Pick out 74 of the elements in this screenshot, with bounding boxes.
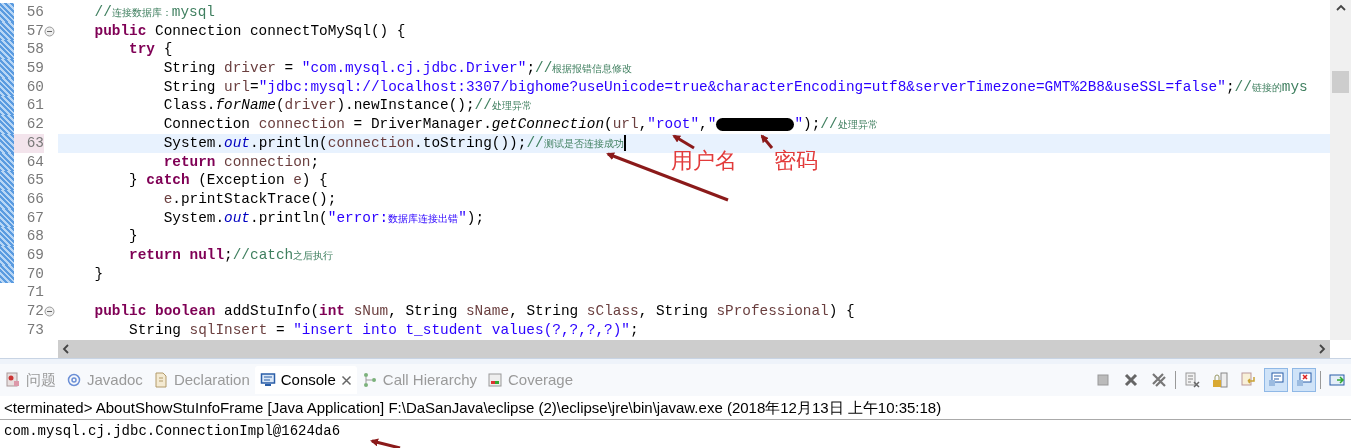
new-console-icon [1329,372,1345,388]
code-line: public boolean addStuInfo(int sNum, String sName, String sClass, String sProfessional) { [93,303,855,319]
scroll-right-icon[interactable] [1319,344,1326,354]
line-number: 65 [26,172,44,189]
panel-tab[interactable]: Declaration [147,366,255,394]
annotation-arrow [672,134,695,150]
toolbar-button[interactable] [1292,368,1316,392]
line-number: 58 [26,41,44,58]
code-line: Connection connection = DriverManager.getConnection(url,"root"," ");//处理异常 [162,116,878,133]
line-number: 61 [26,97,44,114]
annotation-label: 密码 [774,150,818,172]
scroll-up-icon[interactable] [1335,4,1346,11]
code-line: } [93,265,104,282]
problems-icon [5,372,21,388]
line-number: 66 [26,190,44,207]
code-line: Class.forName(driver).newInstance();//处理异常 [162,97,532,114]
panel-tab[interactable]: Call Hierarchy [356,366,482,394]
line-number: 56 [26,4,44,20]
line-number: 60 [26,78,44,95]
text-cursor [623,135,626,151]
code-line: String sqlInsert = "insert into t_student values(?,?,?,?)"; [128,321,639,338]
line-number: 57 [26,22,44,39]
code-line: } catch (Exception e) { [128,172,328,189]
annotation-arrow [760,134,774,149]
console-output: com.mysql.cj.jdbc.ConnectionImpl@1624da6 [4,422,341,441]
document-x-icon [1184,372,1200,388]
code-line: try { [128,41,173,58]
console-header: <terminated> AboutShowStuInfoFrame [Java Application] F:\DaSanJava\eclipse (2)\eclipse\jre\bin\javaw.exe (2018年12月13日 上午10:35:18) [4,398,943,418]
panel-tab[interactable]: Coverage [482,366,579,394]
monitor-icon [259,372,276,388]
double-x-icon [1151,372,1167,388]
annotation-arrow [370,438,401,448]
stop-icon [1095,372,1111,388]
panel-tab[interactable]: Javadoc [61,366,148,394]
code-line: String url="jdbc:mysql://localhost:3307/bighome?useUnicode=true&characterEncoding=utf8&serverTimezone=GMT%2B8&useSSL=false";//链接的mys [162,78,1308,95]
close-icon[interactable] [340,374,352,386]
line-number: 72 [26,303,44,319]
coverage-icon [487,372,503,388]
scroll-thumb[interactable] [1332,71,1349,93]
document-arrow-icon [1240,372,1256,388]
monitor-error-icon [1296,372,1312,388]
code-line: return connection; [162,153,320,170]
collapse-icon[interactable] [44,25,55,37]
line-number: 71 [26,284,44,301]
line-number: 59 [26,60,44,77]
code-line: public Connection connectToMySql() { [93,22,406,39]
panel-tab[interactable]: 问题 [0,366,61,394]
line-number: 64 [26,153,44,170]
scroll-left-icon[interactable] [62,344,69,354]
annotation-label: 用户名 [671,150,737,172]
code-line: } [128,228,138,245]
panel-tab[interactable]: Console [254,366,357,394]
collapse-icon[interactable] [44,305,55,317]
code-line: //连接数据库：mysql [93,4,215,20]
horizontal-scrollbar[interactable] [58,340,1330,358]
code-line: String driver = "com.mysql.cj.jdbc.Driver";//根据报错信息修改 [162,60,633,77]
vertical-scrollbar[interactable] [1330,0,1351,340]
line-number: 68 [26,228,44,245]
toolbar-button[interactable] [1264,368,1288,392]
code-line: return null;//catch之后执行 [128,246,334,263]
document-icon [152,372,169,388]
code-line: System.out.println("error:数据库连接出错"); [162,209,485,226]
line-number: 67 [26,209,44,226]
monitor-icon [1268,372,1284,388]
line-number: 62 [26,116,44,133]
line-number: 63 [26,134,44,151]
code-line: System.out.println(connection.toString());//测试是否连接成功 [162,134,626,151]
close-icon [1123,372,1139,388]
lock-icon [1212,372,1228,388]
code-line: e.printStackTrace(); [162,190,337,207]
hierarchy-icon [361,372,378,388]
line-number: 69 [26,246,44,263]
line-number: 70 [26,265,44,282]
line-number: 73 [26,321,44,338]
